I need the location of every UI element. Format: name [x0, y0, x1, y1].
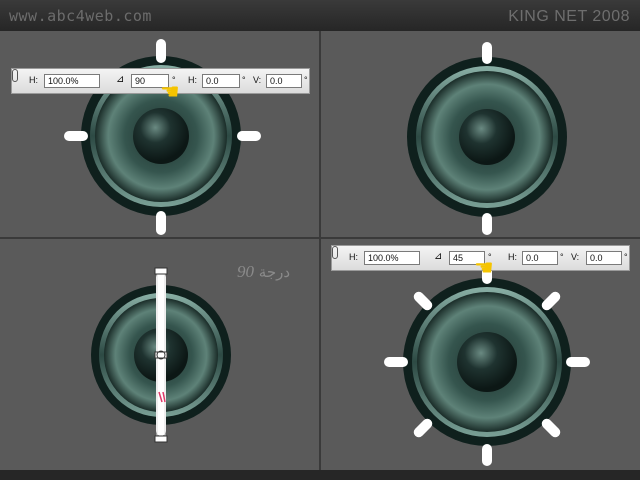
- link-chain-icon[interactable]: [12, 69, 18, 82]
- scale-field[interactable]: 100.0%: [44, 74, 100, 88]
- tick-mark: [566, 357, 590, 367]
- caption-number: 90: [237, 262, 254, 281]
- v-skew-field[interactable]: 0.0: [266, 74, 302, 88]
- tick-mark: [482, 42, 492, 64]
- tick-mark: [482, 213, 492, 235]
- tick-mark: [64, 131, 88, 141]
- link-chain-icon[interactable]: [332, 246, 338, 259]
- speaker-bottom-right: [384, 262, 590, 466]
- h-skew-field[interactable]: 0.0: [202, 74, 240, 88]
- tick-mark: [156, 211, 166, 235]
- caption-word: درجة: [258, 263, 291, 281]
- tick-mark: [384, 357, 408, 367]
- v-skew-field[interactable]: 0.0: [586, 251, 622, 265]
- v-skew-label: V:: [571, 252, 580, 262]
- h-skew-field[interactable]: 0.0: [522, 251, 558, 265]
- degree-symbol: °: [560, 252, 564, 262]
- tick-mark: [237, 131, 261, 141]
- rotation-caption: درجة 90: [237, 262, 290, 282]
- h-skew-label: H:: [188, 75, 197, 85]
- pointing-hand-icon: ☚: [160, 80, 180, 105]
- v-skew-label: V:: [253, 75, 262, 85]
- degree-symbol: °: [242, 75, 246, 85]
- degree-symbol: °: [304, 75, 308, 85]
- pointing-hand-icon: ☚: [474, 256, 494, 281]
- scale-label: H:: [29, 75, 38, 85]
- tick-mark: [482, 444, 492, 466]
- tick-mark: [156, 39, 166, 63]
- speaker-top-right: [407, 42, 567, 235]
- scale-field[interactable]: 100.0%: [364, 251, 420, 265]
- tutorial-canvas: www.abc4web.com KING NET 2008 H: 100.0% …: [0, 0, 640, 480]
- scale-label: H:: [349, 252, 358, 262]
- rotate-angle-icon: ⊿: [434, 251, 443, 262]
- h-skew-label: H:: [508, 252, 517, 262]
- rotate-angle-icon: ⊿: [116, 74, 125, 85]
- degree-symbol: °: [624, 252, 628, 262]
